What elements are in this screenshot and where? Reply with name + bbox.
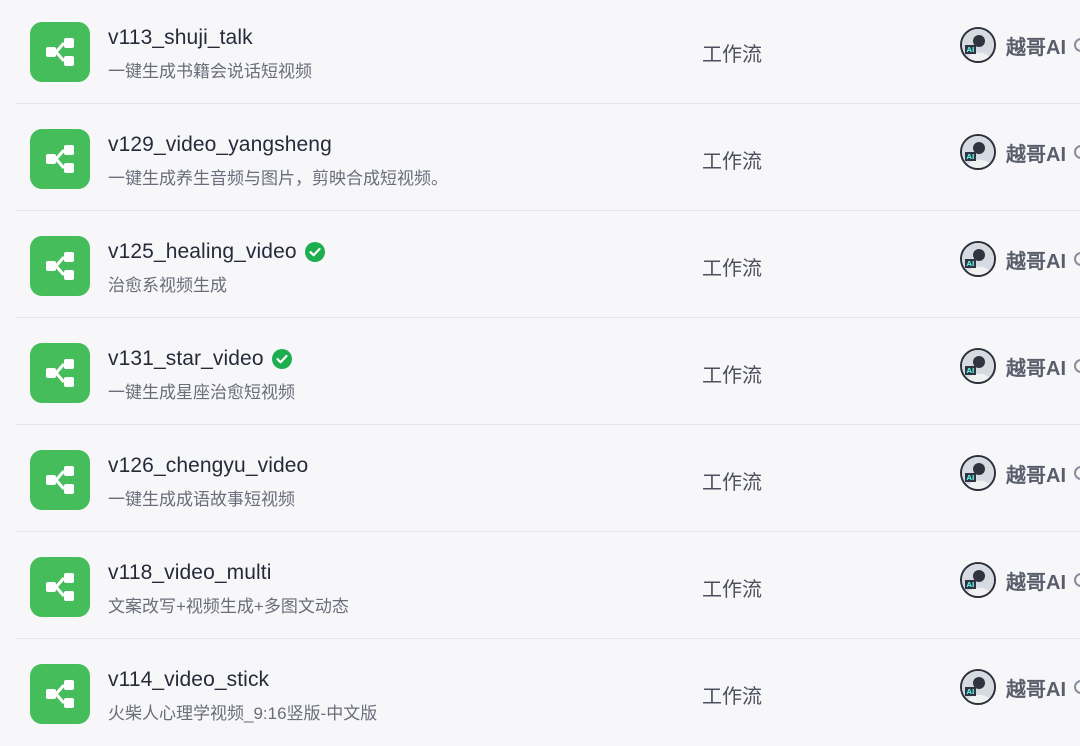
author-info[interactable]: AI 越哥AI [960,455,1080,491]
author-avatar[interactable]: AI [960,134,996,170]
workflow-title[interactable]: v118_video_multi [108,561,271,585]
workflow-description: 治愈系视频生成 [108,276,227,295]
workflow-icon [30,129,90,189]
workflow-type: 工作流 [702,258,762,280]
svg-text:AI: AI [966,46,974,54]
svg-text:AI: AI [966,260,974,268]
author-info[interactable]: AI 越哥AI [960,348,1080,384]
workflow-type: 工作流 [702,151,762,173]
svg-text:AI: AI [966,688,974,696]
author-info[interactable]: AI 越哥AI [960,669,1080,705]
author-avatar[interactable]: AI [960,562,996,598]
more-icon[interactable] [1074,573,1080,587]
workflow-row[interactable]: v118_video_multi 文案改写+视频生成+多图文动态 工作流 AI … [16,533,1080,639]
workflow-icon [30,450,90,510]
workflow-description: 一键生成养生音频与图片，剪映合成短视频。 [108,169,448,188]
workflow-row[interactable]: v129_video_yangsheng 一键生成养生音频与图片，剪映合成短视频… [16,105,1080,211]
workflow-type: 工作流 [702,686,762,708]
author-avatar[interactable]: AI [960,241,996,277]
workflow-description: 一键生成星座治愈短视频 [108,383,295,402]
author-name[interactable]: 越哥AI [1006,138,1066,167]
more-icon[interactable] [1074,359,1080,373]
author-avatar[interactable]: AI [960,27,996,63]
workflow-icon [30,664,90,724]
workflow-icon [30,236,90,296]
verified-check-icon [304,242,325,262]
more-icon[interactable] [1074,680,1080,694]
workflow-icon [30,22,90,82]
workflow-description: 文案改写+视频生成+多图文动态 [108,597,349,616]
author-name[interactable]: 越哥AI [1006,245,1066,274]
workflow-description: 一键生成书籍会说话短视频 [108,62,312,81]
workflow-icon [30,343,90,403]
author-name[interactable]: 越哥AI [1006,673,1066,702]
workflow-row[interactable]: v125_healing_video 治愈系视频生成 工作流 AI 越哥AI [16,212,1080,318]
workflow-description: 一键生成成语故事短视频 [108,490,295,509]
workflow-row[interactable]: v131_star_video 一键生成星座治愈短视频 工作流 AI 越哥AI [16,319,1080,425]
svg-text:AI: AI [966,153,974,161]
workflow-title[interactable]: v126_chengyu_video [108,454,308,478]
svg-text:AI: AI [966,367,974,375]
author-name[interactable]: 越哥AI [1006,566,1066,595]
more-icon[interactable] [1074,145,1080,159]
workflow-icon [30,557,90,617]
workflow-row[interactable]: v114_video_stick 火柴人心理学视频_9:16竖版-中文版 工作流… [16,640,1080,746]
workflow-title[interactable]: v131_star_video [108,347,264,371]
more-icon[interactable] [1074,38,1080,52]
workflow-type: 工作流 [702,579,762,601]
workflow-title[interactable]: v129_video_yangsheng [108,133,332,157]
svg-text:AI: AI [966,474,974,482]
workflow-title[interactable]: v125_healing_video [108,240,297,264]
svg-text:AI: AI [966,581,974,589]
workflow-description: 火柴人心理学视频_9:16竖版-中文版 [108,704,378,723]
author-info[interactable]: AI 越哥AI [960,27,1080,63]
workflow-title[interactable]: v114_video_stick [108,668,269,692]
workflow-row[interactable]: v126_chengyu_video 一键生成成语故事短视频 工作流 AI 越哥… [16,426,1080,532]
workflow-list: v113_shuji_talk 一键生成书籍会说话短视频 工作流 AI 越哥AI… [0,0,1080,728]
author-avatar[interactable]: AI [960,348,996,384]
more-icon[interactable] [1074,466,1080,480]
workflow-type: 工作流 [702,472,762,494]
workflow-type: 工作流 [702,365,762,387]
author-name[interactable]: 越哥AI [1006,352,1066,381]
author-name[interactable]: 越哥AI [1006,31,1066,60]
verified-check-icon [271,349,292,369]
workflow-title[interactable]: v113_shuji_talk [108,26,253,50]
author-info[interactable]: AI 越哥AI [960,562,1080,598]
more-icon[interactable] [1074,252,1080,266]
author-info[interactable]: AI 越哥AI [960,134,1080,170]
author-avatar[interactable]: AI [960,455,996,491]
workflow-type: 工作流 [702,44,762,66]
author-avatar[interactable]: AI [960,669,996,705]
author-info[interactable]: AI 越哥AI [960,241,1080,277]
workflow-row[interactable]: v113_shuji_talk 一键生成书籍会说话短视频 工作流 AI 越哥AI [16,0,1080,104]
author-name[interactable]: 越哥AI [1006,459,1066,488]
